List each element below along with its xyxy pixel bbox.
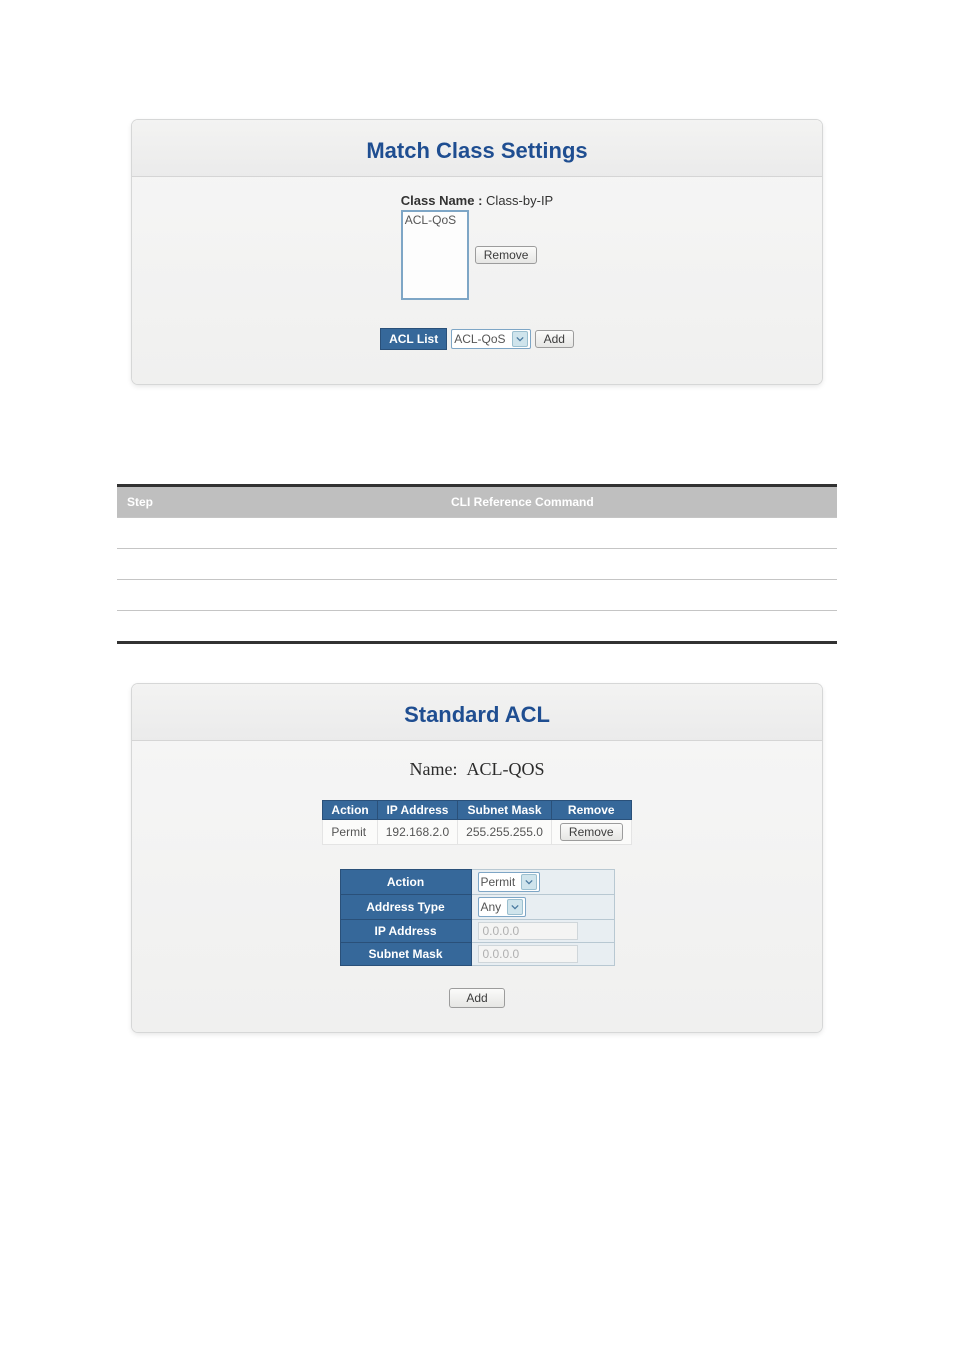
cli-header-row: Step CLI Reference Command xyxy=(117,486,837,518)
acl-listbox[interactable]: ACL-QoS xyxy=(401,210,469,300)
chevron-down-icon xyxy=(512,331,528,347)
cli-step: Step 2 xyxy=(117,549,441,579)
rule-mask: 255.255.255.0 xyxy=(458,820,552,845)
cli-step: Step 3 xyxy=(117,580,441,610)
form-ip-label: IP Address xyxy=(340,920,471,943)
acl-name-label: Name: xyxy=(410,759,458,779)
form-ip-input[interactable]: 0.0.0.0 xyxy=(478,922,578,940)
cli-step: Step 4 xyxy=(117,611,441,641)
acl-list-label: ACL List xyxy=(380,328,447,350)
form-addrtype-value: Any xyxy=(481,900,502,914)
form-action-value: Permit xyxy=(481,875,516,889)
acl-form: Action Permit Address Type Any xyxy=(340,869,615,966)
rule-action: Permit xyxy=(323,820,377,845)
acl-listbox-item[interactable]: ACL-QoS xyxy=(405,213,465,227)
panel-title: Standard ACL xyxy=(132,684,822,741)
col-remove: Remove xyxy=(551,801,631,820)
cli-header-step: Step xyxy=(117,486,441,518)
standard-acl-panel: Standard ACL Name: ACL-QOS Action IP Add… xyxy=(132,684,822,1032)
match-class-settings-panel: Match Class Settings Class Name : Class-… xyxy=(132,120,822,384)
class-name-value: Class-by-IP xyxy=(486,193,553,208)
acl-rules-table: Action IP Address Subnet Mask Remove Per… xyxy=(322,800,631,845)
chevron-down-icon xyxy=(521,874,537,890)
cli-reference-table: Step CLI Reference Command Step 1 DGS-36… xyxy=(117,484,837,644)
acl-list-select[interactable]: ACL-QoS xyxy=(451,329,530,349)
form-addrtype-label: Address Type xyxy=(340,895,471,920)
col-action: Action xyxy=(323,801,377,820)
cli-cmd: DGS-3610(config-std-nacl)# end xyxy=(441,611,837,641)
cli-row: Step 3 DGS-3610(config-std-nacl)# permit… xyxy=(117,580,837,610)
cli-row: Step 2 DGS-3610(config)# ip access-list … xyxy=(117,549,837,579)
acl-list-select-value: ACL-QoS xyxy=(454,332,505,346)
form-action-select[interactable]: Permit xyxy=(478,872,541,892)
form-mask-input[interactable]: 0.0.0.0 xyxy=(478,945,578,963)
acl-name-value: ACL-QOS xyxy=(466,759,544,779)
form-addrtype-select[interactable]: Any xyxy=(478,897,527,917)
cli-cmd: DGS-3610(config)# ip access-list standar… xyxy=(441,549,837,579)
acl-rule-row: Permit 192.168.2.0 255.255.255.0 Remove xyxy=(323,820,631,845)
class-name-label: Class Name : xyxy=(401,193,483,208)
col-mask: Subnet Mask xyxy=(458,801,552,820)
rule-ip: 192.168.2.0 xyxy=(377,820,457,845)
cli-step: Step 1 xyxy=(117,518,441,548)
form-mask-label: Subnet Mask xyxy=(340,943,471,966)
chevron-down-icon xyxy=(507,899,523,915)
cli-header-cmd: CLI Reference Command xyxy=(441,486,837,518)
rule-remove-button[interactable]: Remove xyxy=(560,823,623,841)
cli-row: Step 4 DGS-3610(config-std-nacl)# end xyxy=(117,611,837,641)
class-name-line: Class Name : Class-by-IP xyxy=(401,193,553,208)
cli-cmd: DGS-3610# configure terminal xyxy=(441,518,837,548)
form-action-label: Action xyxy=(340,870,471,895)
cli-cmd: DGS-3610(config-std-nacl)# permit 192.16… xyxy=(441,580,837,610)
add-button[interactable]: Add xyxy=(535,330,574,348)
remove-button[interactable]: Remove xyxy=(475,246,538,264)
col-ip: IP Address xyxy=(377,801,457,820)
add-rule-button[interactable]: Add xyxy=(449,988,504,1008)
cli-row: Step 1 DGS-3610# configure terminal xyxy=(117,518,837,548)
panel-title: Match Class Settings xyxy=(132,120,822,177)
